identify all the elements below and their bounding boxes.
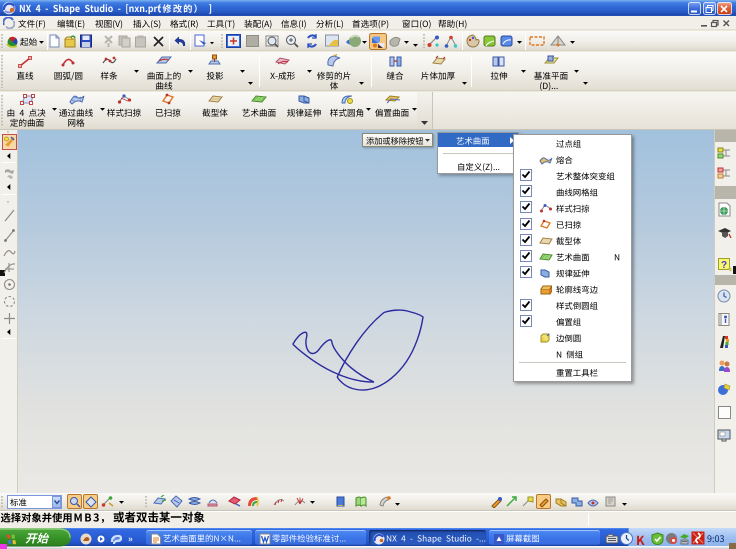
- svg-text:?: ?: [721, 260, 727, 271]
